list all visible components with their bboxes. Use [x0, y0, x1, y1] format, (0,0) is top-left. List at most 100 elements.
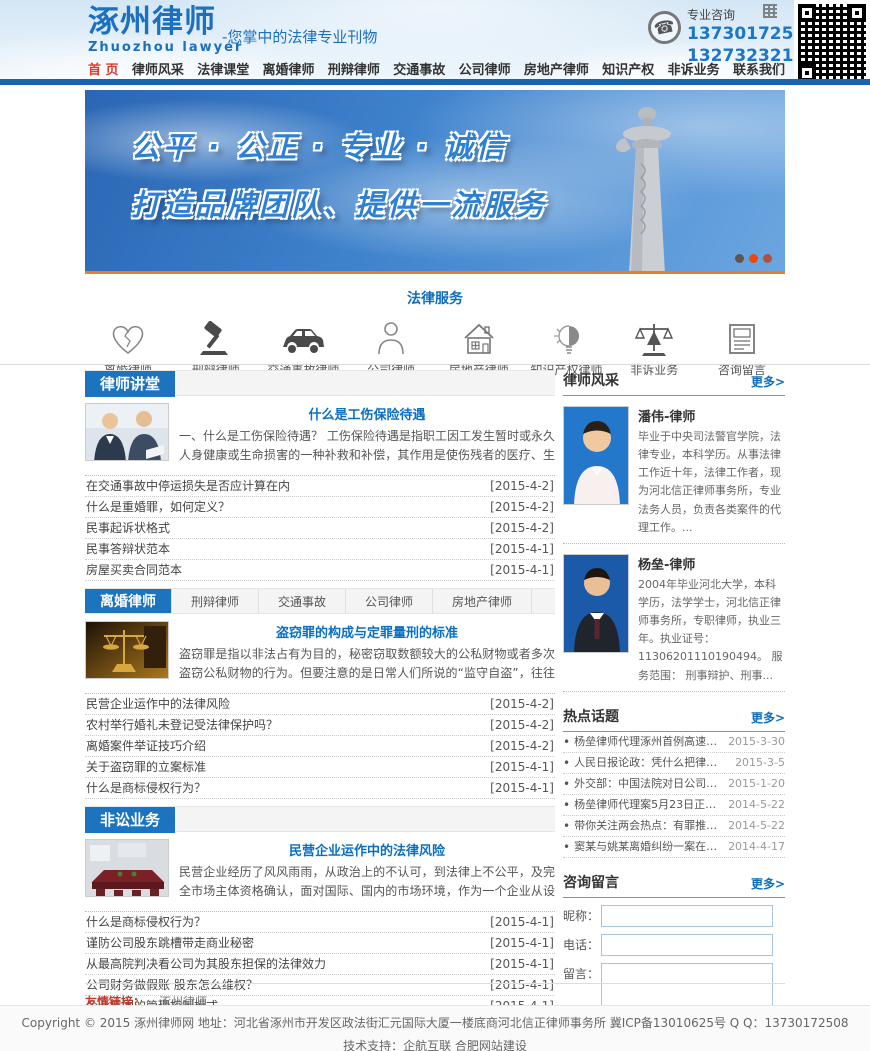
article-date: [2015-4-1] — [490, 933, 554, 953]
article-link[interactable]: 什么是商标侵权行为？ — [86, 912, 206, 932]
topic-link[interactable]: 杨垒律师代理涿州首例高速坠桥身亡案一审 — [574, 732, 724, 752]
list-item: 民事起诉状格式 [2015-4-2] — [85, 518, 555, 539]
article-link[interactable]: 什么是商标侵权行为？ — [86, 778, 206, 798]
article-thumbnail-scales[interactable] — [85, 621, 169, 679]
tab-divorce[interactable]: 离婚律师 — [85, 589, 172, 613]
bullet-icon: • — [563, 795, 570, 815]
mini-qr-icon — [763, 4, 777, 18]
article-thumbnail-meeting[interactable] — [85, 839, 169, 897]
lawyer-bio: 毕业于中央司法警官学院，法律专业，本科学历。从事法律工作近十年，法律工作者，现为… — [638, 428, 785, 537]
article-link[interactable]: 离婚案件举证技巧介绍 — [86, 736, 206, 756]
article-link[interactable]: 民事起诉状格式 — [86, 518, 170, 538]
list-item: 什么是重婚罪，如何定义？[2015-4-2] — [85, 497, 555, 518]
section-nonlitigation-title[interactable]: 非讼业务 — [85, 807, 175, 833]
article-link[interactable]: 房屋买卖合同范本 — [86, 560, 182, 580]
services-title: 法律服务 — [85, 288, 785, 308]
service-company[interactable]: 公司律师 — [350, 317, 432, 378]
carousel-dot[interactable] — [735, 254, 744, 263]
list-item: 什么是商标侵权行为？[2015-4-1] — [85, 912, 555, 933]
phone-label: 电话： — [563, 934, 601, 956]
article-link[interactable]: 民营企业运作中的法律风险 — [86, 694, 230, 714]
list-item: 什么是商标侵权行为？ [2015-4-1] — [85, 778, 555, 799]
featured-article-title[interactable]: 盗窃罪的构成与定罪量刑的标准 — [179, 622, 555, 641]
nav-item-criminal[interactable]: 刑辩律师 — [328, 59, 380, 78]
nav-item-divorce[interactable]: 离婚律师 — [263, 59, 315, 78]
lawyer-bio: 2004年毕业河北大学，本科学历，法学学士，河北信正律师事务所，专职律师，执业三… — [638, 576, 785, 685]
article-thumbnail-consult[interactable] — [85, 403, 169, 461]
lawyer-photo[interactable] — [563, 554, 629, 653]
section-lecture-title[interactable]: 律师讲堂 — [85, 371, 175, 397]
footer: Copyright © 2015 涿州律师网 地址：河北省涿州市开发区政法街汇元… — [0, 1005, 870, 1051]
phone-input[interactable] — [601, 934, 773, 956]
topic-link[interactable]: 人民日报论政：凭什么把律师赶出法庭 — [574, 753, 724, 773]
article-date: [2015-4-1] — [490, 560, 554, 580]
carousel-dot-active[interactable] — [749, 254, 758, 263]
featured-article-title[interactable]: 什么是工伤保险待遇 — [179, 404, 555, 423]
article-date: [2015-4-2] — [490, 736, 554, 756]
sidebar: 律师风采 更多> 潘伟-律师 毕业于中央司法警官学院，法律专业，本科学历。从事法… — [563, 370, 785, 1050]
lawyer-name[interactable]: 潘伟-律师 — [638, 406, 785, 425]
service-divorce[interactable]: 离婚律师 — [87, 317, 169, 378]
nickname-input[interactable] — [601, 905, 773, 927]
topic-link[interactable]: 窦某与姚某离婚纠纷一案在定州监狱开庭 — [574, 837, 724, 857]
nav-item-home[interactable]: 首 页 — [88, 59, 119, 78]
service-traffic[interactable]: 交通事故律师 — [262, 317, 344, 378]
article-date: [2015-4-1] — [490, 778, 554, 798]
service-message[interactable]: 咨询留言 — [701, 317, 783, 378]
lawyer-name[interactable]: 杨垒-律师 — [638, 554, 785, 573]
topic-link[interactable]: 外交部：中国法院对日公司强制执行体现依 — [574, 774, 724, 794]
article-date: [2015-4-2] — [490, 518, 554, 538]
nav-item-ip[interactable]: 知识产权 — [602, 59, 654, 78]
tabs-article-list: 民营企业运作中的法律风险[2015-4-2] 农村举行婚礼未登记受法律保护吗？[… — [85, 694, 555, 799]
nickname-label: 昵称： — [563, 905, 601, 927]
nav-item-traffic[interactable]: 交通事故 — [393, 59, 445, 78]
nav-item-nonlitigation[interactable]: 非诉业务 — [668, 59, 720, 78]
article-link[interactable]: 谨防公司股东跳槽带走商业秘密 — [86, 933, 254, 953]
list-item: 农村举行婚礼未登记受法律保护吗？[2015-4-2] — [85, 715, 555, 736]
service-realestate[interactable]: 房地产律师 — [438, 317, 520, 378]
topic-link[interactable]: 杨垒律师代理案5月23日正式开庭 — [574, 795, 724, 815]
topic-date: 2015-3-5 — [735, 753, 785, 773]
lawyers-more-link[interactable]: 更多> — [751, 373, 785, 390]
list-item: 离婚案件举证技巧介绍 [2015-4-2] — [85, 736, 555, 757]
article-link[interactable]: 从最高院判决看公司为其股东担保的法律效力 — [86, 954, 326, 974]
bullet-icon: • — [563, 816, 570, 836]
lawyer-photo[interactable] — [563, 406, 629, 505]
nav-item-law-class[interactable]: 法律课堂 — [197, 59, 249, 78]
nav-item-contact[interactable]: 联系我们 — [733, 59, 785, 78]
topic-item: •杨垒律师代理案5月23日正式开庭2014-5-22 — [563, 795, 785, 816]
message-more-link[interactable]: 更多> — [751, 875, 785, 892]
service-ip[interactable]: 知识产权律师 — [526, 317, 608, 378]
service-nonlitigation[interactable]: 非诉业务 — [613, 317, 695, 378]
tab-company[interactable]: 公司律师 — [346, 589, 433, 613]
tab-realestate[interactable]: 房地产律师 — [433, 589, 532, 613]
person-icon — [350, 317, 432, 357]
hero-banner[interactable]: 公平 · 公正 · 专业 · 诚信 打造品牌团队、提供一流服务 — [85, 90, 785, 274]
tab-criminal[interactable]: 刑辩律师 — [172, 589, 259, 613]
tab-traffic[interactable]: 交通事故 — [259, 589, 346, 613]
nav-item-company[interactable]: 公司律师 — [459, 59, 511, 78]
lawyer-profile: 杨垒-律师 2004年毕业河北大学，本科学历，法学学士，河北信正律师事务所，专职… — [563, 544, 785, 692]
featured-article-excerpt: 盗窃罪是指以非法占有为目的，秘密窃取数额较大的公私财物或者多次盗窃公私财物的行为… — [179, 647, 555, 685]
nav-item-lawyers[interactable]: 律师风采 — [132, 59, 184, 78]
topics-more-link[interactable]: 更多> — [751, 709, 785, 726]
topic-link[interactable]: 带你关注两会热点：有罪推定意识是冤假错 — [574, 816, 724, 836]
article-link[interactable]: 在交通事故中停运损失是否应计算在内 — [86, 476, 290, 496]
article-link[interactable]: 什么是重婚罪，如何定义？ — [86, 497, 230, 517]
qr-finder-icon — [798, 4, 816, 22]
logo-title: 涿州律师 — [88, 7, 243, 38]
logo-subtitle: Zhuozhou lawyer — [88, 41, 243, 54]
topic-item: •杨垒律师代理涿州首例高速坠桥身亡案一审2015-3-30 — [563, 732, 785, 753]
article-link[interactable]: 农村举行婚礼未登记受法律保护吗？ — [86, 715, 278, 735]
featured-article-title[interactable]: 民营企业运作中的法律风险 — [179, 840, 555, 859]
article-link[interactable]: 民事答辩状范本 — [86, 539, 170, 559]
site-logo[interactable]: 涿州律师 Zhuozhou lawyer — [88, 7, 243, 54]
topics-header: 热点话题 更多> — [563, 706, 785, 732]
service-criminal[interactable]: 刑辩律师 — [175, 317, 257, 378]
section-nonlitigation-header: 非讼业务 — [85, 806, 555, 832]
nav-item-realestate[interactable]: 房地产律师 — [524, 59, 589, 78]
topic-item: •人民日报论政：凭什么把律师赶出法庭2015-3-5 — [563, 753, 785, 774]
list-item: 民事答辩状范本[2015-4-1] — [85, 539, 555, 560]
carousel-dot[interactable] — [763, 254, 772, 263]
article-link[interactable]: 关于盗窃罪的立案标准 — [86, 757, 206, 777]
